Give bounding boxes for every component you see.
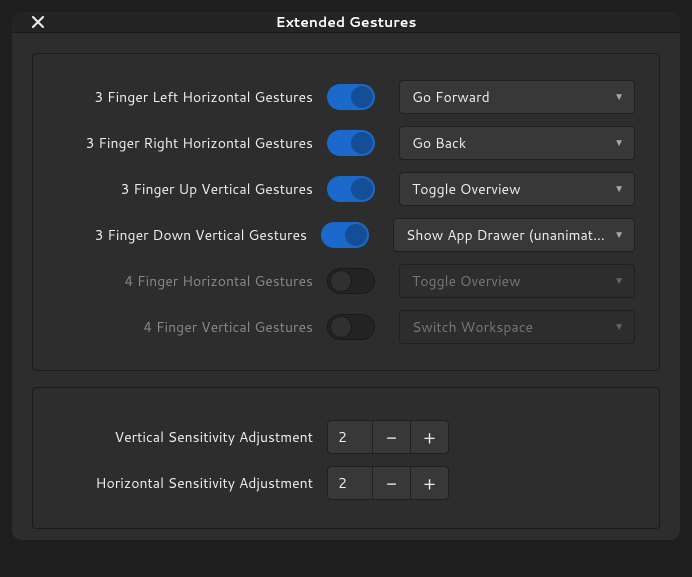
horizontal-sensitivity-decrement[interactable]: − <box>373 466 411 500</box>
gesture-label: 4 Finger Horizontal Gestures <box>57 271 327 291</box>
dropdown-value: Show App Drawer (unanimated) <box>406 225 606 245</box>
horizontal-sensitivity-increment[interactable]: + <box>411 466 449 500</box>
dropdown-value: Go Back <box>412 133 466 153</box>
gesture-row-3-left: 3 Finger Left Horizontal Gestures Go For… <box>57 80 635 114</box>
gestures-panel: 3 Finger Left Horizontal Gestures Go For… <box>32 53 660 371</box>
gesture-action-dropdown-3-right[interactable]: Go Back ▼ <box>399 126 635 160</box>
chevron-down-icon: ▼ <box>614 136 624 150</box>
gesture-row-3-down: 3 Finger Down Vertical Gestures Show App… <box>57 218 635 252</box>
gesture-toggle-3-down[interactable] <box>321 222 369 248</box>
gesture-action-dropdown-3-down[interactable]: Show App Drawer (unanimated) ▼ <box>393 218 635 252</box>
gesture-label: 4 Finger Vertical Gestures <box>57 317 327 337</box>
gesture-row-3-up: 3 Finger Up Vertical Gestures Toggle Ove… <box>57 172 635 206</box>
horizontal-sensitivity-row: Horizontal Sensitivity Adjustment 2 − + <box>57 466 635 500</box>
chevron-down-icon: ▼ <box>614 274 624 288</box>
toggle-knob <box>330 270 352 292</box>
gesture-row-4-vertical: 4 Finger Vertical Gestures Switch Worksp… <box>57 310 635 344</box>
dropdown-value: Toggle Overview <box>412 271 521 291</box>
dropdown-value: Switch Workspace <box>412 317 533 337</box>
dropdown-value: Go Forward <box>412 87 490 107</box>
gesture-label: 3 Finger Down Vertical Gestures <box>57 225 321 245</box>
gesture-action-dropdown-3-left[interactable]: Go Forward ▼ <box>399 80 635 114</box>
toggle-knob <box>351 132 373 154</box>
vertical-sensitivity-row: Vertical Sensitivity Adjustment 2 − + <box>57 420 635 454</box>
toggle-knob <box>351 86 373 108</box>
gesture-toggle-3-right[interactable] <box>327 130 375 156</box>
gesture-action-dropdown-4-vertical: Switch Workspace ▼ <box>399 310 635 344</box>
gesture-toggle-3-up[interactable] <box>327 176 375 202</box>
window-title: Extended Gestures <box>276 12 417 32</box>
vertical-sensitivity-value[interactable]: 2 <box>327 420 373 454</box>
gesture-action-dropdown-3-up[interactable]: Toggle Overview ▼ <box>399 172 635 206</box>
sensitivity-panel: Vertical Sensitivity Adjustment 2 − + Ho… <box>32 387 660 529</box>
gesture-toggle-4-vertical[interactable] <box>327 314 375 340</box>
settings-window: Extended Gestures 3 Finger Left Horizont… <box>12 12 680 540</box>
vertical-sensitivity-decrement[interactable]: − <box>373 420 411 454</box>
toggle-knob <box>330 316 352 338</box>
toggle-knob <box>345 224 367 246</box>
vertical-sensitivity-stepper: 2 − + <box>327 420 449 454</box>
horizontal-sensitivity-value[interactable]: 2 <box>327 466 373 500</box>
gesture-action-dropdown-4-horizontal: Toggle Overview ▼ <box>399 264 635 298</box>
chevron-down-icon: ▼ <box>614 182 624 196</box>
gesture-toggle-3-left[interactable] <box>327 84 375 110</box>
gesture-toggle-4-horizontal[interactable] <box>327 268 375 294</box>
dropdown-value: Toggle Overview <box>412 179 521 199</box>
close-icon <box>32 16 44 28</box>
horizontal-sensitivity-stepper: 2 − + <box>327 466 449 500</box>
vertical-sensitivity-label: Vertical Sensitivity Adjustment <box>57 427 327 447</box>
gesture-label: 3 Finger Up Vertical Gestures <box>57 179 327 199</box>
gesture-row-4-horizontal: 4 Finger Horizontal Gestures Toggle Over… <box>57 264 635 298</box>
chevron-down-icon: ▼ <box>614 320 624 334</box>
vertical-sensitivity-increment[interactable]: + <box>411 420 449 454</box>
content-area: 3 Finger Left Horizontal Gestures Go For… <box>12 33 680 540</box>
horizontal-sensitivity-label: Horizontal Sensitivity Adjustment <box>57 473 327 493</box>
titlebar: Extended Gestures <box>12 12 680 33</box>
toggle-knob <box>351 178 373 200</box>
gesture-label: 3 Finger Left Horizontal Gestures <box>57 87 327 107</box>
chevron-down-icon: ▼ <box>614 228 624 242</box>
chevron-down-icon: ▼ <box>614 90 624 104</box>
gesture-row-3-right: 3 Finger Right Horizontal Gestures Go Ba… <box>57 126 635 160</box>
gesture-label: 3 Finger Right Horizontal Gestures <box>57 133 327 153</box>
close-button[interactable] <box>28 12 48 32</box>
